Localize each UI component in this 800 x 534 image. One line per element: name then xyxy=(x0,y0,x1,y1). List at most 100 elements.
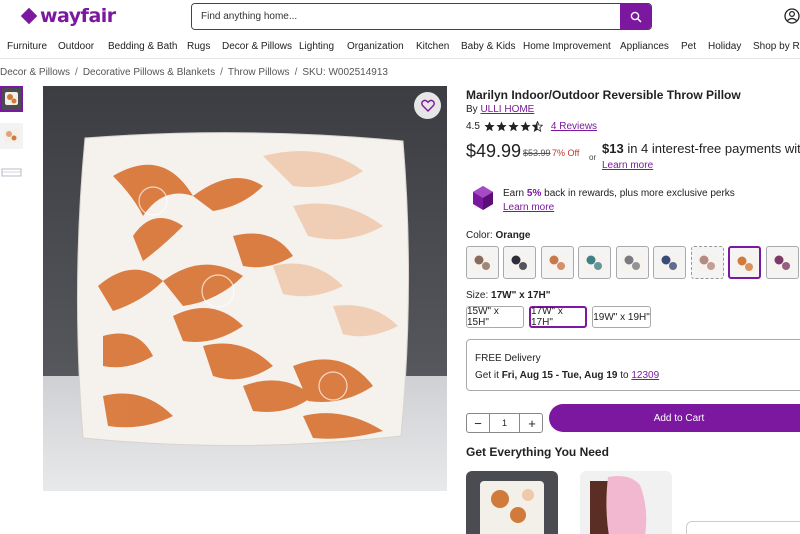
half-star-icon xyxy=(531,121,543,132)
sku-text: SKU: W002514913 xyxy=(302,67,388,78)
star-icon xyxy=(508,121,519,132)
rating-row: 4.5 4 Reviews xyxy=(466,121,597,132)
size-label-text: Size: xyxy=(466,290,489,301)
category-nav: Furniture Outdoor Bedding & Bath Rugs De… xyxy=(0,37,800,59)
increase-quantity-button[interactable]: + xyxy=(521,414,543,432)
heart-icon xyxy=(420,99,435,112)
color-swatch[interactable] xyxy=(616,246,649,279)
search-bar xyxy=(191,3,652,30)
brand-link[interactable]: ULLI HOME xyxy=(480,104,534,115)
reviews-link[interactable]: 4 Reviews xyxy=(551,121,597,132)
rewards-gem-icon xyxy=(473,186,493,210)
color-label-text: Color: xyxy=(466,230,493,241)
size-option-19[interactable]: 19W" x 19H" xyxy=(592,306,651,328)
star-icon xyxy=(496,121,507,132)
decrease-quantity-button[interactable]: − xyxy=(467,414,489,432)
recommendation-pillow-image xyxy=(480,481,544,534)
installment-text: in 4 interest-free payments with xyxy=(627,141,800,156)
color-swatch[interactable] xyxy=(653,246,686,279)
selected-color: Orange xyxy=(495,230,531,241)
color-swatch[interactable] xyxy=(578,246,611,279)
color-swatch[interactable] xyxy=(503,246,536,279)
sale-price: $49.99 xyxy=(466,141,522,161)
or-text: or xyxy=(589,153,597,162)
nav-item-outdoor[interactable]: Outdoor xyxy=(58,41,94,52)
rewards-text: Earn 5% back in rewards, plus more exclu… xyxy=(503,188,735,199)
thumbnail-3[interactable] xyxy=(0,160,23,186)
wayfair-logo[interactable]: wayfair xyxy=(20,5,116,27)
star-icon xyxy=(484,121,495,132)
rewards-suffix: back in rewards, plus more exclusive per… xyxy=(544,188,735,199)
size-option-15[interactable]: 15W" x 15H" xyxy=(466,306,524,328)
color-swatch[interactable] xyxy=(766,246,799,279)
delivery-title: FREE Delivery xyxy=(475,353,541,364)
nav-item-kitchen[interactable]: Kitchen xyxy=(416,41,449,52)
eta-dates: Fri, Aug 15 - Tue, Aug 19 xyxy=(501,370,618,381)
add-to-cart-button[interactable]: Add to Cart xyxy=(549,404,800,432)
star-icon xyxy=(520,121,531,132)
color-swatch[interactable] xyxy=(691,246,724,279)
breadcrumb-decor-pillows[interactable]: Decor & Pillows xyxy=(0,67,70,78)
size-label: Size: 17W" x 17H" xyxy=(466,290,551,301)
nav-item-furniture[interactable]: Furniture xyxy=(7,41,47,52)
delivery-eta: Get it Fri, Aug 15 - Tue, Aug 19 to 1230… xyxy=(475,370,659,381)
thumbnail-2[interactable] xyxy=(0,123,23,149)
size-option-17[interactable]: 17W" x 17H" xyxy=(529,306,587,328)
product-title: Marilyn Indoor/Outdoor Reversible Throw … xyxy=(466,88,741,102)
search-input[interactable] xyxy=(192,4,622,29)
nav-item-organization[interactable]: Organization xyxy=(347,41,404,52)
wayfair-logo-icon xyxy=(20,7,38,25)
rating-value: 4.5 xyxy=(466,121,480,132)
search-button[interactable] xyxy=(620,4,651,29)
star-rating xyxy=(484,121,543,132)
pillow-thumbnail-image xyxy=(2,88,21,110)
popup-edge xyxy=(686,521,800,534)
zip-code-link[interactable]: 12309 xyxy=(631,370,659,381)
section-title: Get Everything You Need xyxy=(466,445,609,459)
size-chart-thumbnail-image xyxy=(1,168,22,177)
pillow-thumbnail-image xyxy=(4,129,19,143)
breadcrumb-separator: / xyxy=(75,67,78,78)
breadcrumb-decorative-pillows[interactable]: Decorative Pillows & Blankets xyxy=(83,67,215,78)
account-icon[interactable] xyxy=(784,8,800,24)
nav-item-pet[interactable]: Pet xyxy=(681,41,696,52)
rewards-learn-more-link[interactable]: Learn more xyxy=(503,202,554,213)
search-icon xyxy=(630,11,642,23)
brand-line: By ULLI HOME xyxy=(466,104,534,115)
eta-to: to xyxy=(620,370,629,381)
recommendation-card-blanket[interactable] xyxy=(580,471,672,534)
installment-learn-more-link[interactable]: Learn more xyxy=(602,160,653,171)
nav-item-shop-by-room[interactable]: Shop by Ro xyxy=(753,41,800,52)
rewards-percent: 5% xyxy=(526,188,542,199)
breadcrumb-separator: / xyxy=(220,67,223,78)
nav-item-home-improvement[interactable]: Home Improvement xyxy=(523,41,611,52)
color-label: Color: Orange xyxy=(466,230,530,241)
recommendation-blanket-image xyxy=(590,476,647,534)
delivery-box: FREE Delivery Get it Fri, Aug 15 - Tue, … xyxy=(466,339,800,391)
color-swatch[interactable] xyxy=(541,246,574,279)
installment-offer: $13 in 4 interest-free payments with xyxy=(602,141,800,156)
installment-amount: $13 xyxy=(602,141,624,156)
color-swatch[interactable] xyxy=(466,246,499,279)
nav-item-holiday[interactable]: Holiday xyxy=(708,41,741,52)
breadcrumb-separator: / xyxy=(294,67,298,78)
brand-name: wayfair xyxy=(40,5,116,27)
eta-prefix: Get it xyxy=(475,370,499,381)
nav-item-bedding-bath[interactable]: Bedding & Bath xyxy=(108,41,178,52)
nav-item-rugs[interactable]: Rugs xyxy=(187,41,210,52)
recommendation-card-pillow[interactable] xyxy=(466,471,558,534)
nav-item-baby-kids[interactable]: Baby & Kids xyxy=(461,41,515,52)
quantity-value[interactable]: 1 xyxy=(489,414,520,432)
by-label: By xyxy=(466,104,478,115)
nav-item-appliances[interactable]: Appliances xyxy=(620,41,669,52)
rewards-prefix: Earn xyxy=(503,188,525,199)
nav-item-decor-pillows[interactable]: Decor & Pillows xyxy=(222,41,292,52)
product-main-image[interactable] xyxy=(43,86,447,491)
thumbnail-1[interactable] xyxy=(0,86,23,112)
nav-item-lighting[interactable]: Lighting xyxy=(299,41,334,52)
wishlist-button[interactable] xyxy=(414,92,441,119)
site-header: wayfair xyxy=(0,0,800,34)
color-swatch[interactable] xyxy=(728,246,761,279)
breadcrumb-throw-pillows[interactable]: Throw Pillows xyxy=(228,67,290,78)
pillow-image xyxy=(43,86,447,491)
